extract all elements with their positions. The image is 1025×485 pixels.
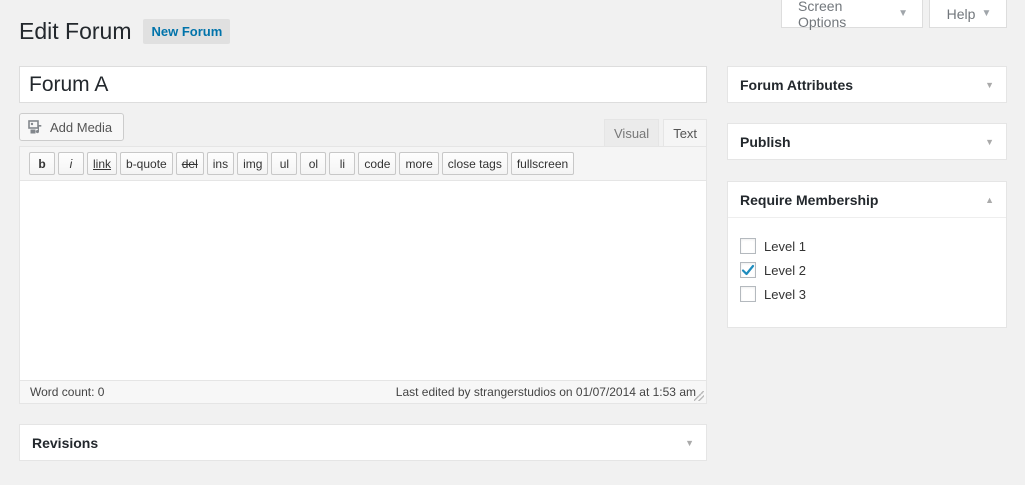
quicktag-code-button[interactable]: code [358,152,397,175]
level-3-label: Level 3 [764,286,806,302]
add-media-button[interactable]: Add Media [19,113,124,141]
editor-tabs: Visual Text [604,119,708,147]
media-icon [28,119,44,135]
level-1-checkbox[interactable] [740,238,756,254]
publish-header[interactable]: Publish ▼ [728,124,1006,160]
level-1-row: Level 1 [740,234,994,258]
forum-attributes-header[interactable]: Forum Attributes ▼ [728,67,1006,103]
add-media-label: Add Media [50,119,113,135]
quicktag-li-button[interactable]: li [329,152,356,175]
screen-meta-links: Screen Options ▼ Help ▼ [781,0,1007,30]
content-textarea[interactable] [20,181,706,380]
quicktag-link-button[interactable]: link [87,152,118,175]
text-editor: b i link b-quote del ins img ul ol li co… [19,146,707,404]
level-2-label: Level 2 [764,262,806,278]
revisions-header[interactable]: Revisions ▼ [20,425,706,461]
level-1-label: Level 1 [764,238,806,254]
quicktag-ol-button[interactable]: ol [300,152,327,175]
quicktag-bold-button[interactable]: b [29,152,55,175]
publish-box: Publish ▼ [727,123,1007,160]
quicktags-toolbar: b i link b-quote del ins img ul ol li co… [20,147,706,181]
caret-down-icon: ▼ [981,8,992,19]
word-count: Word count: 0 [30,385,105,399]
quicktag-blockquote-button[interactable]: b-quote [120,152,173,175]
checkmark-icon [741,264,755,276]
screen-options-button[interactable]: Screen Options ▼ [781,0,923,30]
require-membership-box: Require Membership ▲ Level 1 Level 2 Lev… [727,181,1007,328]
help-button[interactable]: Help ▼ [929,0,1007,28]
level-2-row: Level 2 [740,258,994,282]
triangle-down-icon[interactable]: ▼ [985,137,994,147]
quicktag-del-button[interactable]: del [175,152,204,175]
triangle-up-icon[interactable]: ▲ [985,195,994,205]
level-3-row: Level 3 [740,282,994,306]
help-label: Help [946,5,976,22]
post-title-input[interactable] [19,66,707,103]
require-membership-title: Require Membership [740,191,879,208]
quicktag-ul-button[interactable]: ul [271,152,298,175]
caret-down-icon: ▼ [898,8,908,19]
editor-status-bar: Word count: 0 Last edited by strangerstu… [20,380,706,403]
require-membership-header[interactable]: Require Membership ▲ [728,182,1006,218]
resize-handle-icon[interactable] [694,391,704,401]
quicktag-more-button[interactable]: more [399,152,439,175]
publish-title: Publish [740,134,791,150]
tab-text[interactable]: Text [663,119,708,147]
forum-attributes-title: Forum Attributes [740,77,854,93]
screen-options-label: Screen Options [798,0,847,30]
quicktag-close-tags-button[interactable]: close tags [441,152,508,175]
last-edited: Last edited by strangerstudios on 01/07/… [395,385,696,399]
revisions-box: Revisions ▼ [19,424,707,461]
quicktag-img-button[interactable]: img [237,152,269,175]
revisions-title: Revisions [32,435,99,451]
quicktag-fullscreen-button[interactable]: fullscreen [510,152,575,175]
membership-levels-list: Level 1 Level 2 Level 3 [728,218,1006,306]
page-heading: Edit Forum New Forum [19,18,231,45]
quicktag-ins-button[interactable]: ins [206,152,235,175]
level-3-checkbox[interactable] [740,286,756,302]
new-forum-button[interactable]: New Forum [143,19,231,44]
triangle-down-icon[interactable]: ▼ [985,80,994,90]
page-title: Edit Forum [19,18,132,44]
forum-attributes-box: Forum Attributes ▼ [727,66,1007,103]
quicktag-italic-button[interactable]: i [58,152,84,175]
tab-visual[interactable]: Visual [604,119,660,146]
triangle-down-icon[interactable]: ▼ [685,438,694,448]
level-2-checkbox[interactable] [740,262,756,278]
